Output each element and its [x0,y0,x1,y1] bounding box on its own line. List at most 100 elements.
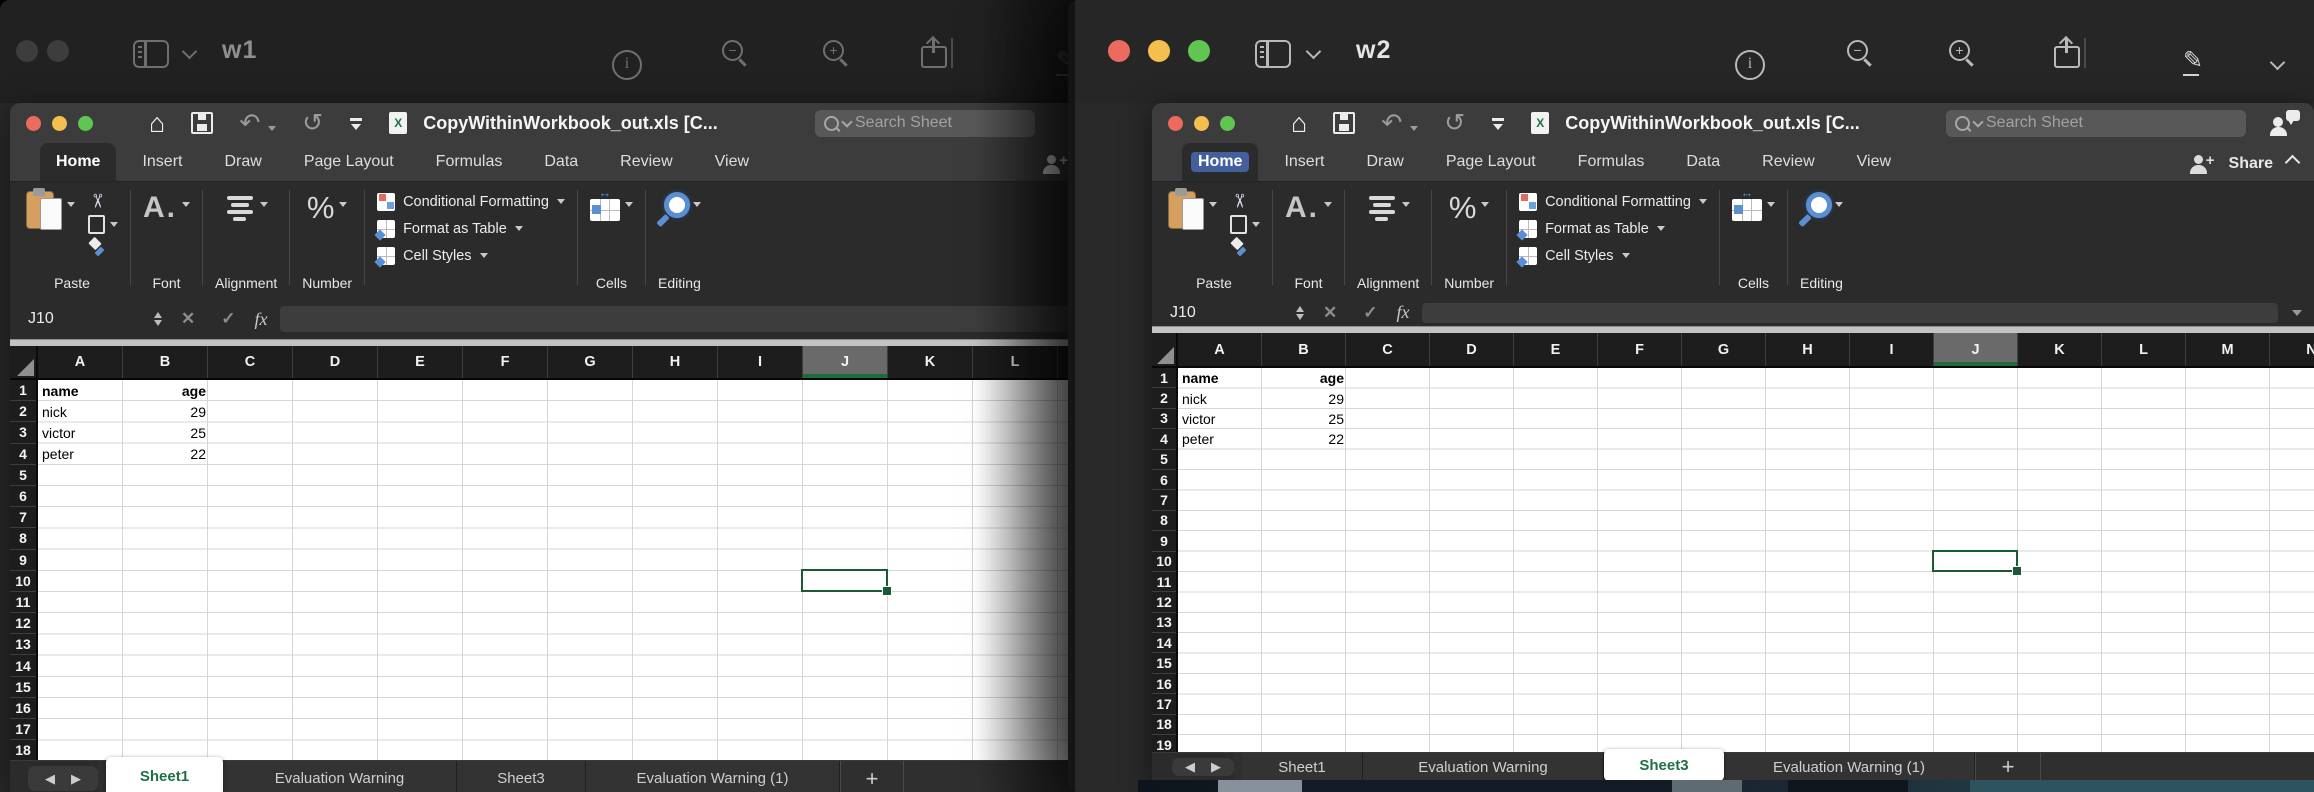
column-header[interactable]: L [2102,333,2186,366]
zoom-in-icon[interactable]: + [822,40,850,68]
row-header[interactable]: 10 [1152,552,1176,572]
cancel-icon[interactable]: ✕ [1323,303,1337,323]
row-header[interactable]: 13 [10,634,36,655]
row-header[interactable]: 8 [10,528,36,549]
zoom-out-icon[interactable]: − [1846,40,1874,68]
column-header[interactable]: E [378,346,463,378]
add-sheet-button[interactable]: + [1975,753,2041,780]
row-header[interactable]: 19 [1152,735,1176,753]
grid-cell[interactable]: 29 [1262,388,1350,408]
row-header[interactable]: 15 [1152,653,1176,673]
redo-icon[interactable]: ↺ [1444,111,1465,135]
grid-cell[interactable]: nick [1182,388,1258,408]
cells-dropdown-arrow[interactable] [625,202,633,207]
font-dropdown-arrow[interactable] [1324,202,1332,207]
info-icon[interactable]: i [1735,50,1765,80]
grid-cell[interactable]: name [42,380,119,401]
name-box-spinner[interactable] [1296,306,1304,320]
undo-icon[interactable]: ↶ [239,111,260,135]
column-header[interactable]: K [2018,333,2102,366]
conditional-formatting-button[interactable]: Conditional Formatting [377,188,565,215]
cut-button[interactable]: ✂ [1230,192,1246,210]
row-header[interactable]: 6 [10,486,36,507]
select-all-corner[interactable] [10,346,38,378]
share-icon[interactable] [2054,46,2080,68]
tab-insert[interactable]: Insert [1284,143,1324,181]
tab-formulas[interactable]: Formulas [436,143,503,181]
excel-window[interactable]: ⌂↶↺XCopyWithinWorkbook_out.xls [C...Sear… [10,103,1075,792]
name-box[interactable]: J10 [20,310,168,328]
sheet-tab-2[interactable]: Evaluation Warning [1363,753,1604,780]
sheet-tab-1[interactable]: Sheet1 [106,757,223,792]
grid-cell[interactable]: nick [42,401,119,422]
column-header[interactable]: C [1346,333,1430,366]
row-header[interactable]: 4 [1152,429,1176,449]
row-header[interactable]: 8 [1152,511,1176,531]
conditional-formatting-dropdown-arrow[interactable] [1699,199,1707,204]
sheet-tab-4[interactable]: Evaluation Warning (1) [1724,753,1975,780]
minimize-button[interactable] [1194,116,1209,131]
column-header[interactable]: D [1430,333,1514,366]
name-box-spinner[interactable] [154,312,162,326]
cell-styles-button[interactable]: Cell Styles [1519,242,1630,269]
column-header[interactable]: K [888,346,973,378]
name-box[interactable]: J10 [1162,304,1310,322]
cells-button[interactable]: ↔ [590,188,633,221]
tab-home[interactable]: Home [1182,143,1258,181]
column-header[interactable]: D [293,346,378,378]
undo-icon[interactable]: ↶ [1381,111,1402,135]
paste-button[interactable]: ✂ [1168,188,1260,256]
grid-cell[interactable]: 22 [123,444,212,465]
sheet-nav[interactable]: ◀▶ [28,766,98,791]
paste-dropdown-arrow[interactable] [67,202,75,207]
paste-dropdown-arrow[interactable] [1209,202,1217,207]
tab-page-layout[interactable]: Page Layout [1446,143,1536,181]
row-header[interactable]: 1 [1152,368,1176,388]
grid-cell[interactable]: name [1182,368,1258,388]
alignment-button[interactable] [225,188,268,236]
copy-button[interactable] [88,215,118,233]
column-header[interactable]: G [548,346,633,378]
confirm-icon[interactable]: ✓ [1363,303,1377,323]
row-header[interactable]: 18 [1152,715,1176,735]
format-painter-button[interactable] [88,238,106,256]
tab-view[interactable]: View [715,143,749,181]
column-header[interactable]: H [633,346,718,378]
column-header[interactable]: I [1850,333,1934,366]
grid-cell[interactable]: peter [42,444,119,465]
row-header[interactable]: 14 [10,655,36,676]
sheet-tab-4[interactable]: Evaluation Warning (1) [586,761,840,792]
close-button[interactable] [26,116,41,131]
formula-input[interactable] [1422,303,2279,323]
row-header[interactable]: 11 [1152,572,1176,592]
grid-cell[interactable]: 29 [123,401,212,422]
cells-button[interactable]: ↔ [1732,188,1775,221]
row-header[interactable]: 11 [10,592,36,613]
grid-cell[interactable]: 22 [1262,429,1350,449]
column-header[interactable]: F [463,346,548,378]
excel-titlebar[interactable]: ⌂↶↺XCopyWithinWorkbook_out.xls [C...Sear… [10,103,1075,143]
save-icon[interactable] [1333,112,1355,134]
grid-cell[interactable]: age [123,380,212,401]
number-dropdown-arrow[interactable] [339,202,347,207]
close-button[interactable] [1108,40,1130,62]
search-input[interactable]: Search Sheet [815,110,1035,137]
sheet-nav-left-arrow[interactable]: ◀ [1185,759,1195,775]
font-button[interactable]: A. [143,188,190,228]
alignment-dropdown-arrow[interactable] [260,202,268,207]
grid-cell[interactable]: victor [42,422,119,443]
sheet-tab-1[interactable]: Sheet1 [1242,753,1363,780]
sheet-nav[interactable]: ◀▶ [1172,758,1234,776]
column-header[interactable]: N [2270,333,2314,366]
number-dropdown-arrow[interactable] [1481,202,1489,207]
info-icon[interactable]: i [612,50,642,80]
window-w2[interactable]: w2i−+✎A⌂↶↺XCopyWithinWorkbook_out.xls [C… [1068,0,2314,792]
sidebar-toggle-icon[interactable] [1255,40,1291,68]
tab-page-layout[interactable]: Page Layout [304,143,394,181]
sheet-tab-3[interactable]: Sheet3 [1604,749,1724,780]
grid-cell[interactable]: 25 [123,422,212,443]
ribbon-collapse-chevron[interactable] [2287,155,2298,173]
cells-area[interactable]: nameagenick29victor25peter22 [1178,368,2314,753]
row-header[interactable]: 17 [1152,694,1176,714]
ribbon-collapse-icon[interactable] [1491,116,1505,130]
